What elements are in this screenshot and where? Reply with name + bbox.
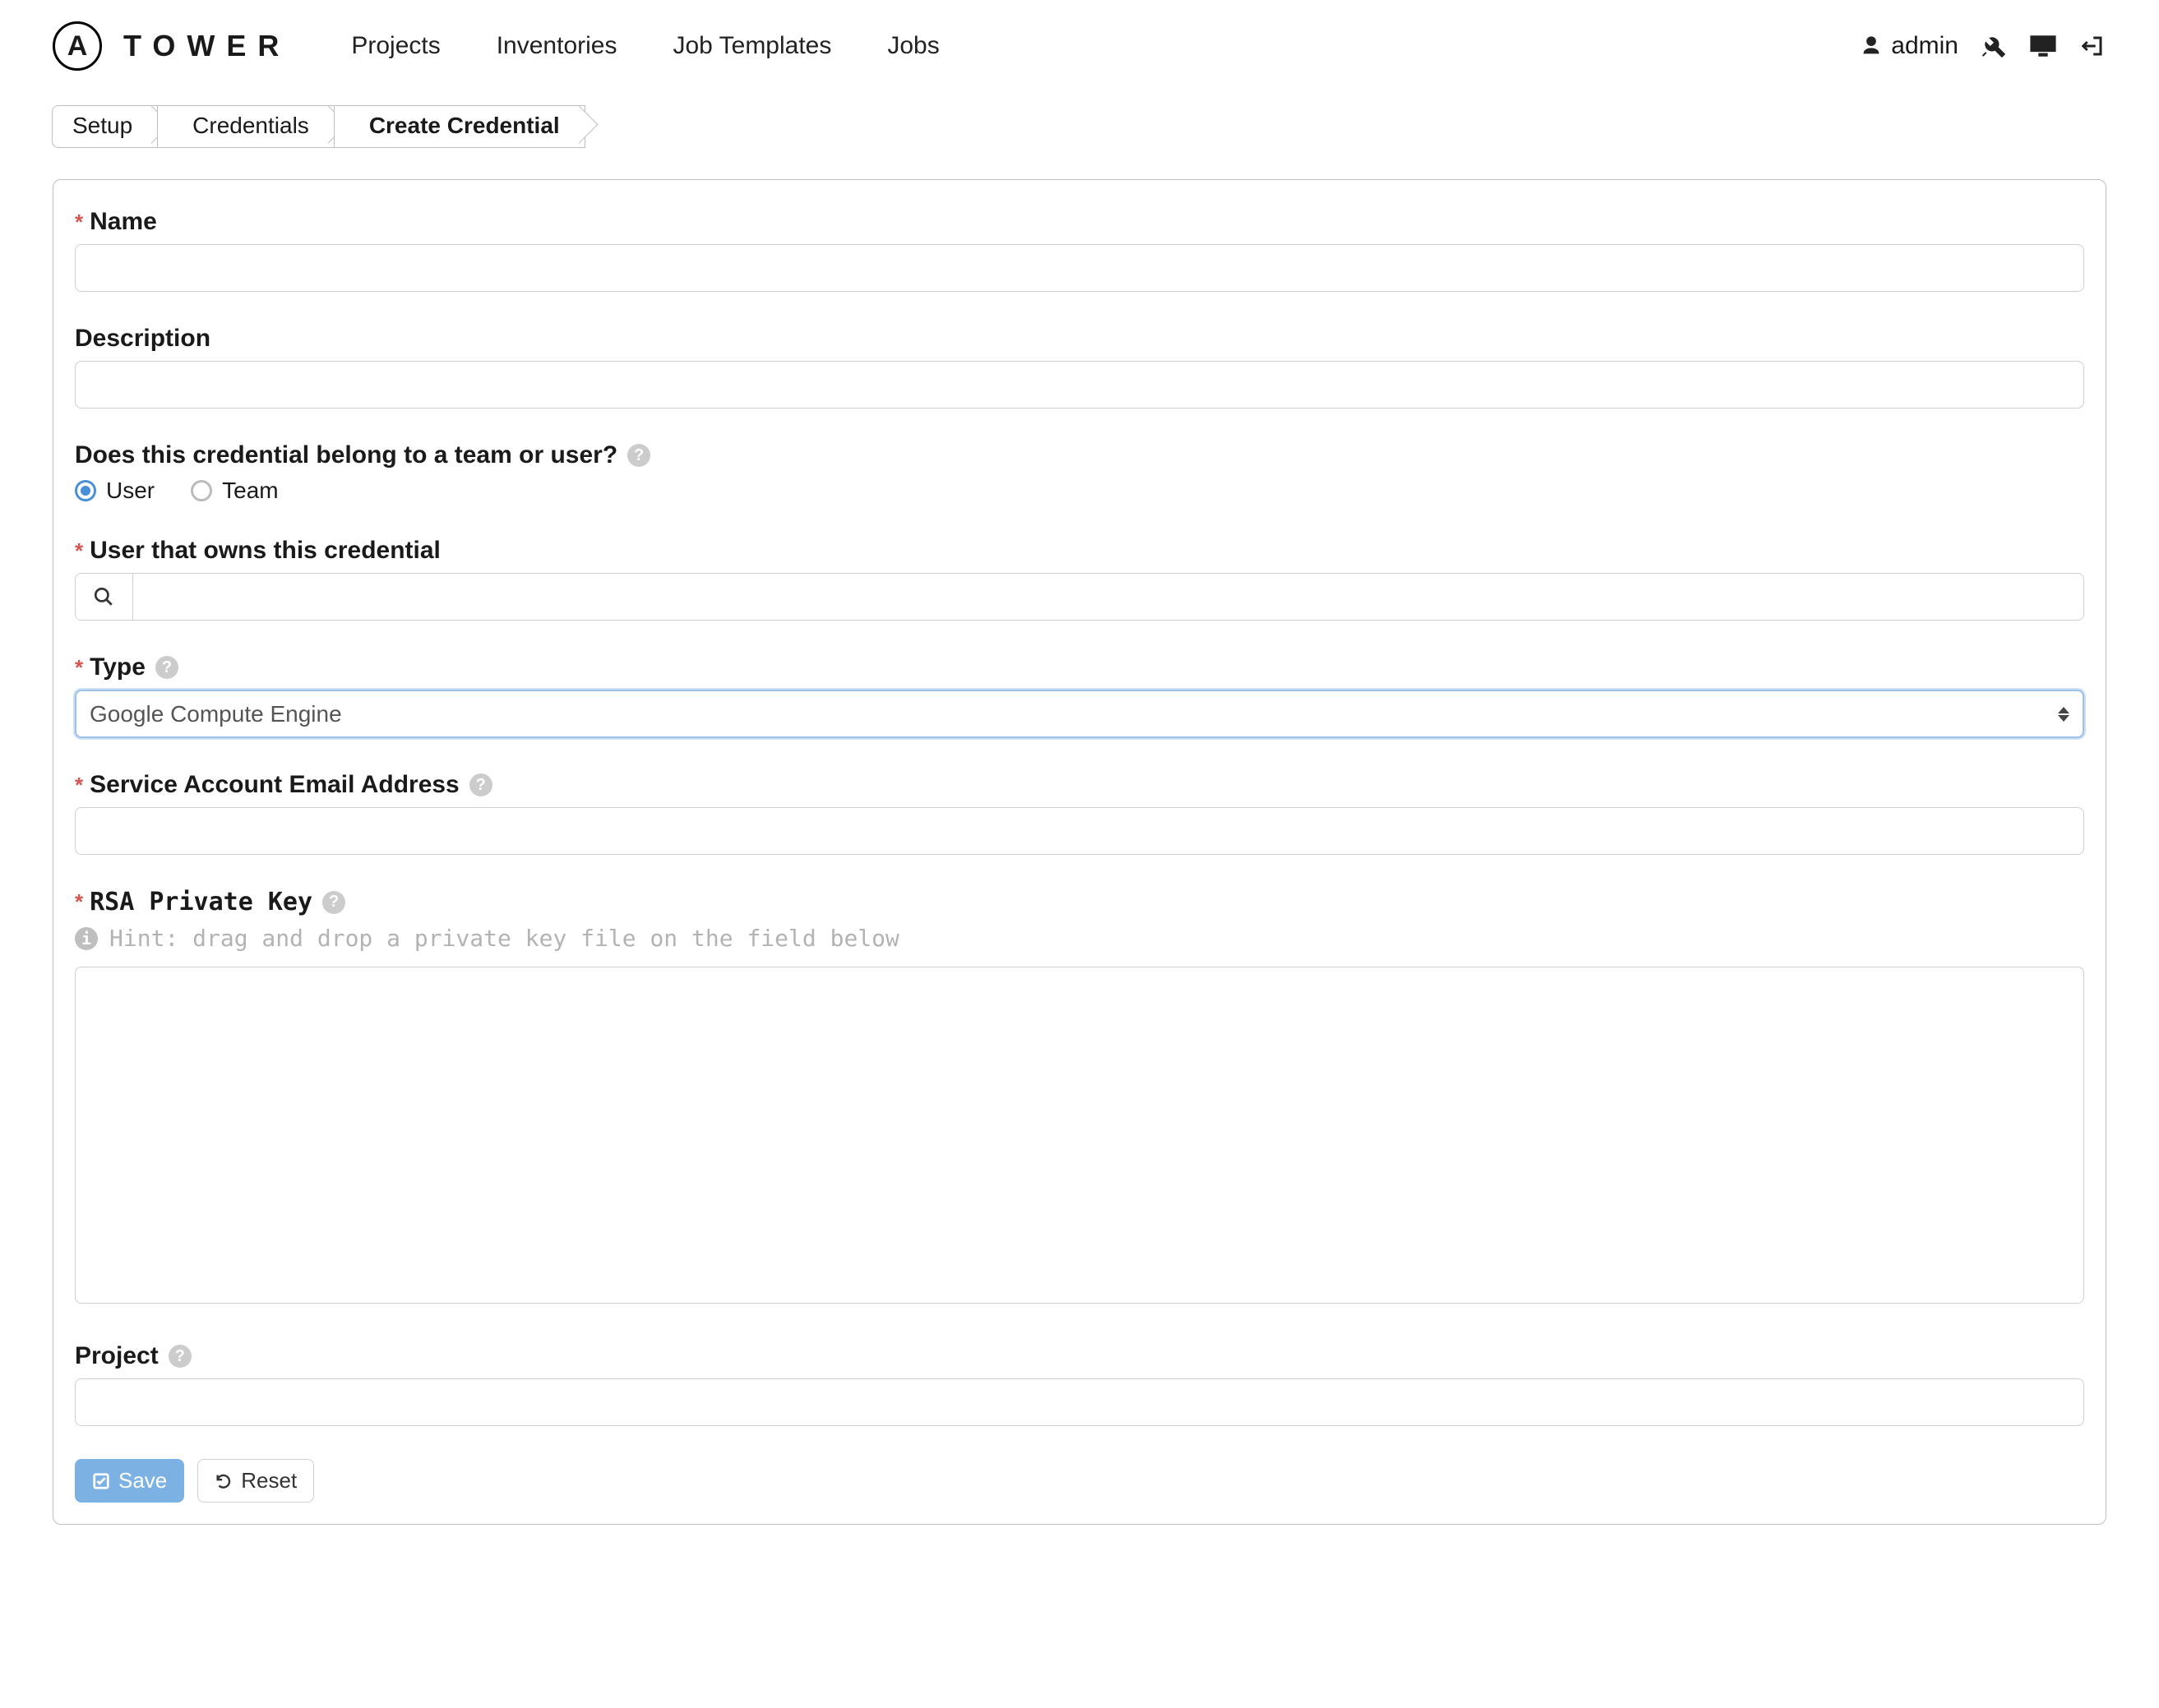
reset-label: Reset <box>241 1468 297 1493</box>
field-owner-type: Does this credential belong to a team or… <box>75 441 2084 504</box>
radio-user-label: User <box>106 478 155 504</box>
breadcrumb-setup[interactable]: Setup <box>52 105 158 148</box>
field-user-owner: * User that owns this credential <box>75 537 2084 621</box>
breadcrumb-create-credential[interactable]: Create Credential <box>334 105 585 148</box>
rsa-key-textarea[interactable] <box>75 967 2084 1304</box>
help-icon[interactable]: ? <box>627 444 650 467</box>
field-rsa-key: * RSA Private Key ? i Hint: drag and dro… <box>75 888 2084 1309</box>
radio-team[interactable]: Team <box>191 478 278 504</box>
required-marker: * <box>75 655 83 681</box>
user-owner-input[interactable] <box>133 574 2083 620</box>
help-icon[interactable]: ? <box>322 891 345 914</box>
label-rsa-key: RSA Private Key <box>90 888 312 916</box>
field-type: * Type ? Google Compute Engine <box>75 653 2084 738</box>
label-name: Name <box>90 208 157 236</box>
reset-button[interactable]: Reset <box>197 1459 314 1503</box>
form-panel: * Name Description Does this credential … <box>53 179 2106 1525</box>
required-marker: * <box>75 889 83 915</box>
nav-job-templates[interactable]: Job Templates <box>673 32 831 60</box>
field-service-account-email: * Service Account Email Address ? <box>75 771 2084 855</box>
help-icon[interactable]: ? <box>169 1345 192 1368</box>
logo-icon: A <box>53 21 102 71</box>
undo-icon <box>215 1472 233 1490</box>
required-marker: * <box>75 538 83 564</box>
info-icon: i <box>75 927 98 950</box>
save-label: Save <box>118 1468 167 1493</box>
nav-projects[interactable]: Projects <box>351 32 440 60</box>
name-input[interactable] <box>75 244 2084 292</box>
breadcrumb: Setup Credentials Create Credential <box>0 105 2159 148</box>
username: admin <box>1891 32 1958 60</box>
type-select[interactable]: Google Compute Engine <box>75 690 2084 738</box>
label-user-owner: User that owns this credential <box>90 537 441 565</box>
service-account-email-input[interactable] <box>75 807 2084 855</box>
label-description: Description <box>75 325 210 353</box>
nav-links: Projects Inventories Job Templates Jobs <box>351 32 939 60</box>
label-project: Project <box>75 1342 159 1370</box>
chevron-right-icon <box>579 105 602 148</box>
radio-user[interactable]: User <box>75 478 155 504</box>
topbar-right: admin <box>1860 32 2106 60</box>
label-type: Type <box>90 653 146 681</box>
field-project: Project ? <box>75 1342 2084 1426</box>
check-icon <box>92 1472 110 1490</box>
brand-text: TOWER <box>123 29 290 63</box>
lookup-button[interactable] <box>76 574 133 620</box>
brand[interactable]: A TOWER <box>53 21 290 71</box>
rsa-hint: i Hint: drag and drop a private key file… <box>75 925 2084 952</box>
nav-jobs[interactable]: Jobs <box>887 32 939 60</box>
user-icon <box>1860 35 1883 58</box>
rsa-hint-text: Hint: drag and drop a private key file o… <box>109 925 899 952</box>
field-name: * Name <box>75 208 2084 292</box>
nav-inventories[interactable]: Inventories <box>497 32 617 60</box>
breadcrumb-credentials[interactable]: Credentials <box>157 105 335 148</box>
tools-icon[interactable] <box>1980 32 2008 60</box>
radio-icon <box>191 480 212 501</box>
description-input[interactable] <box>75 361 2084 409</box>
form-buttons: Save Reset <box>75 1459 2084 1503</box>
logout-icon[interactable] <box>2078 34 2106 58</box>
required-marker: * <box>75 773 83 798</box>
save-button[interactable]: Save <box>75 1459 184 1503</box>
breadcrumb-label: Setup <box>72 113 132 138</box>
monitor-icon[interactable] <box>2029 34 2057 58</box>
label-service-account-email: Service Account Email Address <box>90 771 460 799</box>
search-icon <box>93 586 114 607</box>
field-description: Description <box>75 325 2084 409</box>
breadcrumb-label: Create Credential <box>369 113 560 138</box>
radio-team-label: Team <box>222 478 278 504</box>
breadcrumb-label: Credentials <box>192 113 309 138</box>
help-icon[interactable]: ? <box>155 656 178 679</box>
label-owner-type: Does this credential belong to a team or… <box>75 441 617 469</box>
current-user[interactable]: admin <box>1860 32 1958 60</box>
help-icon[interactable]: ? <box>469 773 492 796</box>
topbar: A TOWER Projects Inventories Job Templat… <box>0 0 2159 90</box>
required-marker: * <box>75 210 83 235</box>
radio-icon <box>75 480 96 501</box>
project-input[interactable] <box>75 1378 2084 1426</box>
user-owner-input-group <box>75 573 2084 621</box>
